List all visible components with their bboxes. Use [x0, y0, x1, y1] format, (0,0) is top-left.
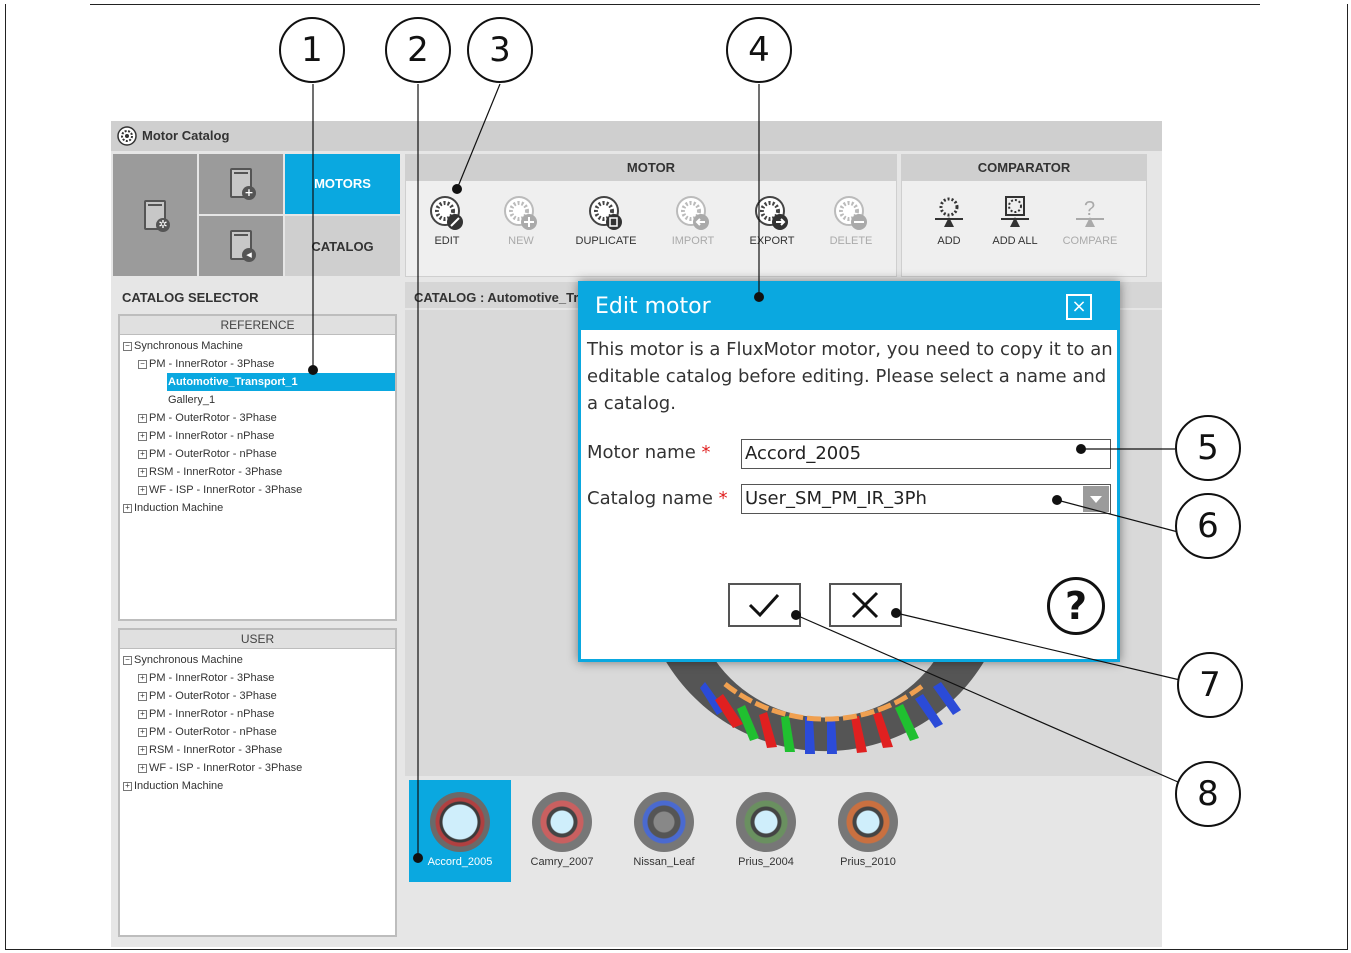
leader-dot — [452, 184, 462, 194]
callout-3: 3 — [467, 17, 533, 83]
callout-7: 7 — [1177, 652, 1243, 718]
callout-2: 2 — [385, 17, 451, 83]
callout-8: 8 — [1175, 761, 1241, 827]
callout-6: 6 — [1175, 493, 1241, 559]
leader-dot — [891, 608, 901, 618]
leader-dot — [791, 610, 801, 620]
leader-dot — [1076, 444, 1086, 454]
callout-1: 1 — [279, 17, 345, 83]
callout-5: 5 — [1175, 415, 1241, 481]
leader-dot — [308, 365, 318, 375]
leader-dot — [754, 292, 764, 302]
callout-leaders — [312, 83, 1181, 858]
leader-dot — [1052, 495, 1062, 505]
callout-4: 4 — [726, 17, 792, 83]
leader-dot — [413, 853, 423, 863]
